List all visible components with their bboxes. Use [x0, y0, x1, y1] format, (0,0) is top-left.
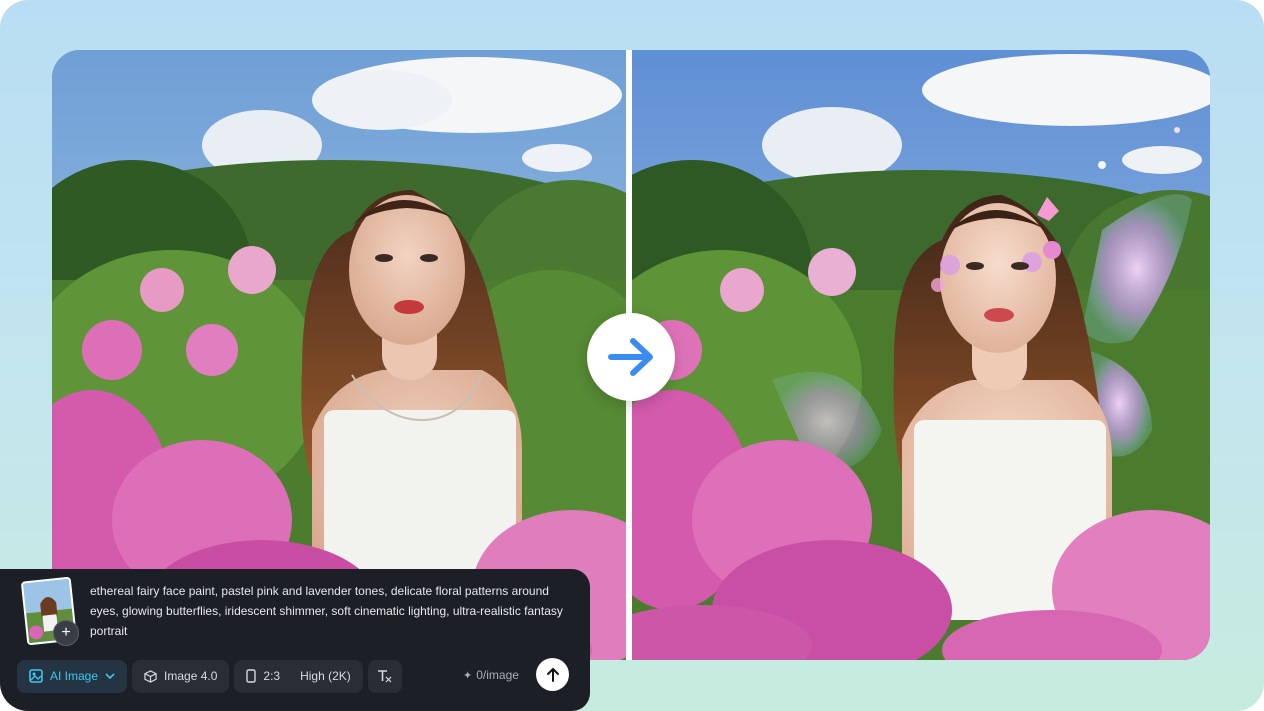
ai-image-icon [29, 669, 43, 683]
quality-label: High (2K) [300, 669, 351, 683]
generate-button[interactable] [536, 658, 569, 691]
prompt-panel: + ethereal fairy face paint, pastel pink… [0, 569, 590, 711]
model-selector[interactable]: Image 4.0 [132, 659, 230, 693]
credits-label: 0/image [476, 668, 519, 682]
sparkle-icon: ✦ [463, 669, 473, 682]
arrow-up-icon [546, 667, 559, 682]
text-style-button[interactable] [367, 659, 402, 693]
credits-indicator: ✦ 0/image [463, 668, 519, 682]
add-image-button[interactable]: + [53, 620, 79, 646]
ratio-label: 2:3 [263, 669, 281, 683]
chevron-down-icon [105, 673, 115, 680]
after-image [632, 50, 1210, 660]
mode-dropdown[interactable]: AI Image [17, 659, 128, 693]
ratio-quality-selector[interactable]: 2:3 High (2K) [234, 659, 363, 693]
background-frame: + ethereal fairy face paint, pastel pink… [0, 0, 1264, 711]
model-label: Image 4.0 [164, 669, 218, 683]
compare-arrow-button[interactable] [587, 313, 675, 401]
arrow-right-icon [608, 338, 653, 376]
after-photo [632, 50, 1210, 660]
mode-label: AI Image [50, 669, 99, 683]
generation-toolbar: AI Image Image 4.0 2:3 High (2K) [17, 659, 402, 693]
plus-icon: + [61, 624, 71, 641]
text-style-icon [377, 670, 392, 683]
prompt-input[interactable]: ethereal fairy face paint, pastel pink a… [90, 581, 570, 641]
cube-icon [144, 669, 157, 683]
phone-ratio-icon [246, 669, 257, 683]
